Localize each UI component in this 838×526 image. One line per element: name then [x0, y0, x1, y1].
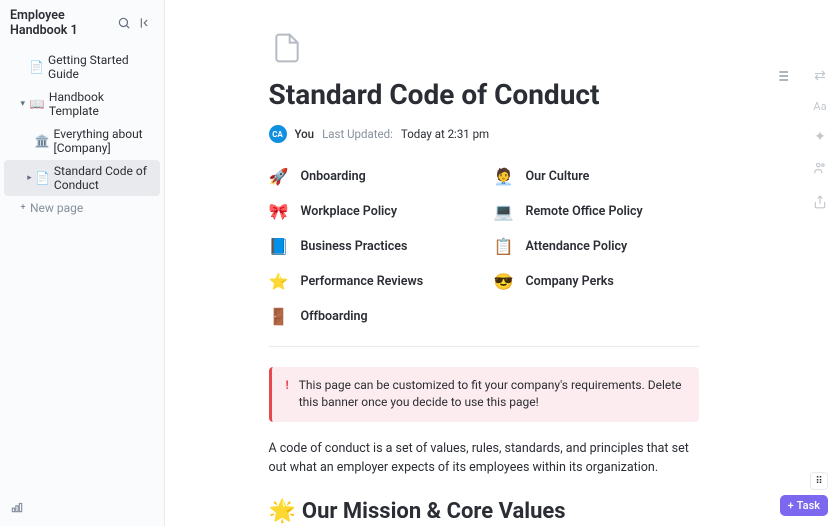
heading-emoji: 🌟 [269, 499, 296, 524]
share-icon[interactable] [813, 195, 827, 213]
page-icon: 📄 [35, 171, 50, 185]
tree-item-label: Handbook Template [49, 90, 152, 118]
toc-business-practices[interactable]: 📘Business Practices [269, 237, 474, 256]
font-icon[interactable]: Aa [813, 100, 826, 113]
page-icon: 📄 [29, 60, 44, 74]
plus-icon: + [788, 499, 794, 512]
toc-workplace-policy[interactable]: 🎀Workplace Policy [269, 202, 474, 221]
toc-label: Performance Reviews [301, 274, 424, 289]
tree-item-getting-started[interactable]: 📄 Getting Started Guide [4, 49, 160, 85]
divider [269, 346, 699, 347]
caret-down-icon[interactable]: ▾ [18, 99, 28, 109]
toc-label: Business Practices [301, 239, 408, 254]
tree-item-label: Everything about [Company] [54, 127, 152, 155]
tree-item-code-of-conduct[interactable]: ▸ 📄 Standard Code of Conduct [4, 160, 160, 196]
new-page-label: New page [30, 201, 83, 215]
tree-item-handbook-template[interactable]: ▾ 📖 Handbook Template [4, 86, 160, 122]
right-rail: ⇄ Aa ✦ [802, 0, 838, 526]
page-tree: 📄 Getting Started Guide ▾ 📖 Handbook Tem… [0, 46, 164, 526]
toc-remote-office-policy[interactable]: 💻Remote Office Policy [494, 202, 699, 221]
toc-label: Company Perks [526, 274, 614, 289]
doc-cover-icon[interactable] [269, 30, 305, 66]
stats-icon[interactable] [10, 500, 24, 518]
toc-label: Onboarding [301, 169, 366, 184]
caret-right-icon[interactable]: ▸ [26, 173, 33, 183]
toc-label: Our Culture [526, 169, 590, 184]
heading-mission-values[interactable]: 🌟 Our Mission & Core Values [269, 499, 699, 524]
toc-onboarding[interactable]: 🚀Onboarding [269, 167, 474, 186]
tree-item-label: Standard Code of Conduct [54, 164, 152, 192]
toc-offboarding[interactable]: 🚪Offboarding [269, 307, 474, 326]
toc-label: Attendance Policy [526, 239, 628, 254]
toc-grid: 🚀Onboarding 🧑‍💼Our Culture 🎀Workplace Po… [269, 167, 699, 326]
toc-label: Remote Office Policy [526, 204, 643, 219]
building-icon: 🏛️ [35, 134, 50, 148]
toc-label: Offboarding [301, 309, 368, 324]
author-name[interactable]: You [295, 127, 315, 141]
swap-icon[interactable]: ⇄ [814, 68, 826, 84]
new-page-button[interactable]: + New page [4, 197, 160, 219]
tree-item-label: Getting Started Guide [48, 53, 152, 81]
outline-toggle-icon[interactable] [774, 68, 790, 88]
workspace-title: Employee Handbook 1 [10, 8, 116, 38]
sparkle-icon[interactable]: ✦ [814, 129, 826, 145]
new-task-button[interactable]: + Task [780, 495, 828, 516]
plus-icon: + [18, 203, 28, 213]
toc-label: Workplace Policy [301, 204, 398, 219]
heading-text: Our Mission & Core Values [302, 499, 566, 524]
toc-attendance-policy[interactable]: 📋Attendance Policy [494, 237, 699, 256]
doc-meta: CA You Last Updated: Today at 2:31 pm [269, 125, 699, 143]
task-label: Task [797, 499, 820, 512]
apps-grid-button[interactable]: ⠿ [810, 472, 828, 490]
updated-value: Today at 2:31 pm [401, 127, 489, 141]
toc-our-culture[interactable]: 🧑‍💼Our Culture [494, 167, 699, 186]
people-icon[interactable] [813, 161, 827, 179]
author-avatar[interactable]: CA [269, 125, 287, 143]
intro-paragraph[interactable]: A code of conduct is a set of values, ru… [269, 440, 699, 478]
updated-label: Last Updated: [322, 127, 393, 141]
search-icon[interactable] [116, 15, 132, 31]
tree-item-everything-about-company[interactable]: 🏛️ Everything about [Company] [4, 123, 160, 159]
collapse-sidebar-icon[interactable] [138, 15, 154, 31]
book-icon: 📖 [30, 97, 45, 111]
exclamation-icon: ! [286, 377, 289, 412]
toc-performance-reviews[interactable]: ⭐Performance Reviews [269, 272, 474, 291]
banner-text: This page can be customized to fit your … [299, 377, 685, 412]
page-title[interactable]: Standard Code of Conduct [269, 78, 699, 111]
info-banner[interactable]: ! This page can be customized to fit you… [269, 367, 699, 422]
toc-company-perks[interactable]: 😎Company Perks [494, 272, 699, 291]
